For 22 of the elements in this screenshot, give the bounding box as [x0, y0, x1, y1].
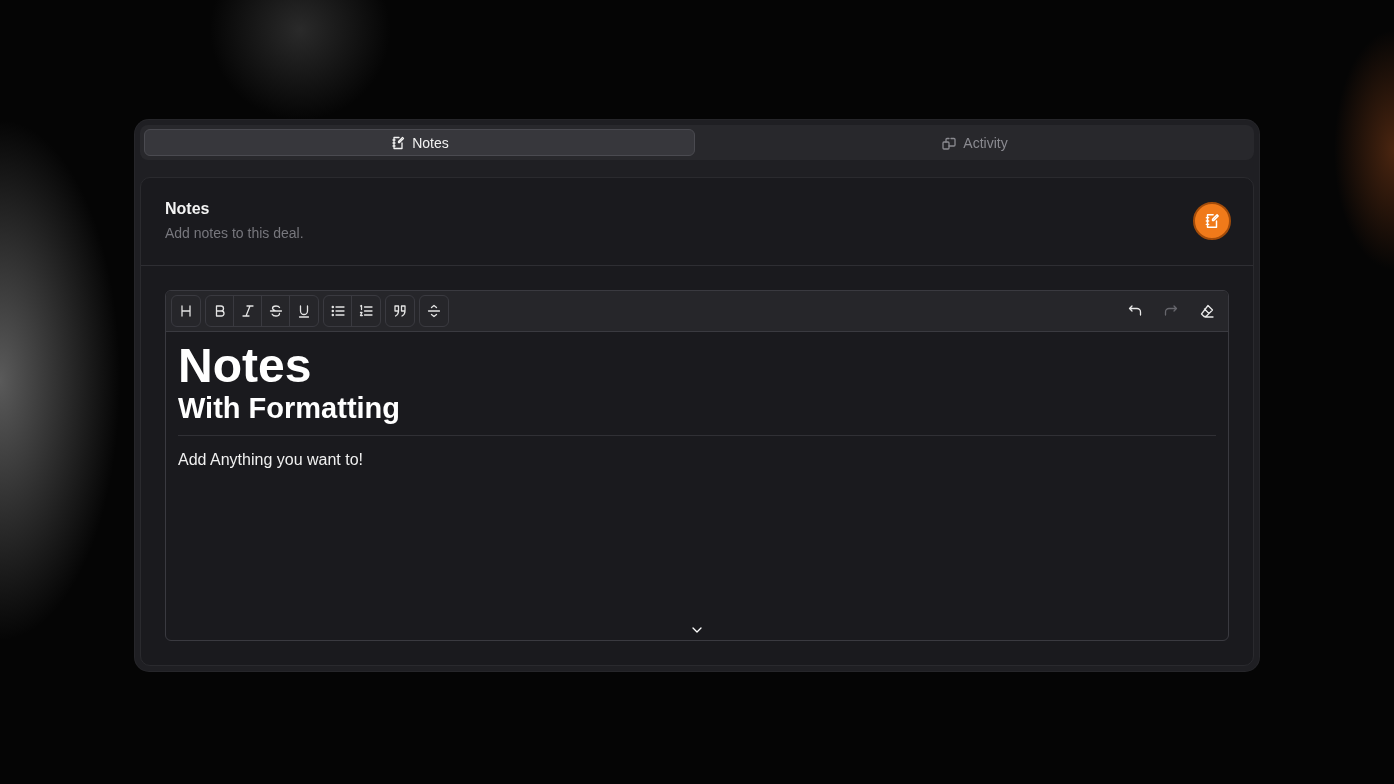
quote-icon: [392, 303, 408, 319]
underline-icon: [296, 303, 312, 319]
undo-icon: [1127, 303, 1143, 319]
tab[interactable]: Activity: [699, 129, 1250, 156]
quote-button[interactable]: [385, 295, 415, 327]
notebook-icon: [390, 134, 407, 151]
expand-collapse-icon: [426, 303, 442, 319]
tab[interactable]: Notes: [144, 129, 695, 156]
strikethrough-icon: [267, 303, 284, 319]
bullet-list-icon: [329, 303, 346, 319]
paragraph-text: Add Anything you want to!: [178, 451, 364, 469]
notebook-icon: [1203, 211, 1221, 230]
eraser-icon: [1199, 303, 1215, 319]
heading-icon: [178, 303, 194, 319]
redo-icon: [1163, 303, 1179, 319]
divider-button[interactable]: [419, 295, 449, 327]
heading-button[interactable]: [171, 295, 201, 327]
section-title: Notes: [165, 200, 211, 218]
subheading: With Formatting: [178, 392, 402, 425]
numbered-list-icon: [358, 303, 374, 319]
section-subtitle: Add notes to this deal.: [165, 225, 304, 241]
heading-title: Notes: [178, 342, 313, 390]
